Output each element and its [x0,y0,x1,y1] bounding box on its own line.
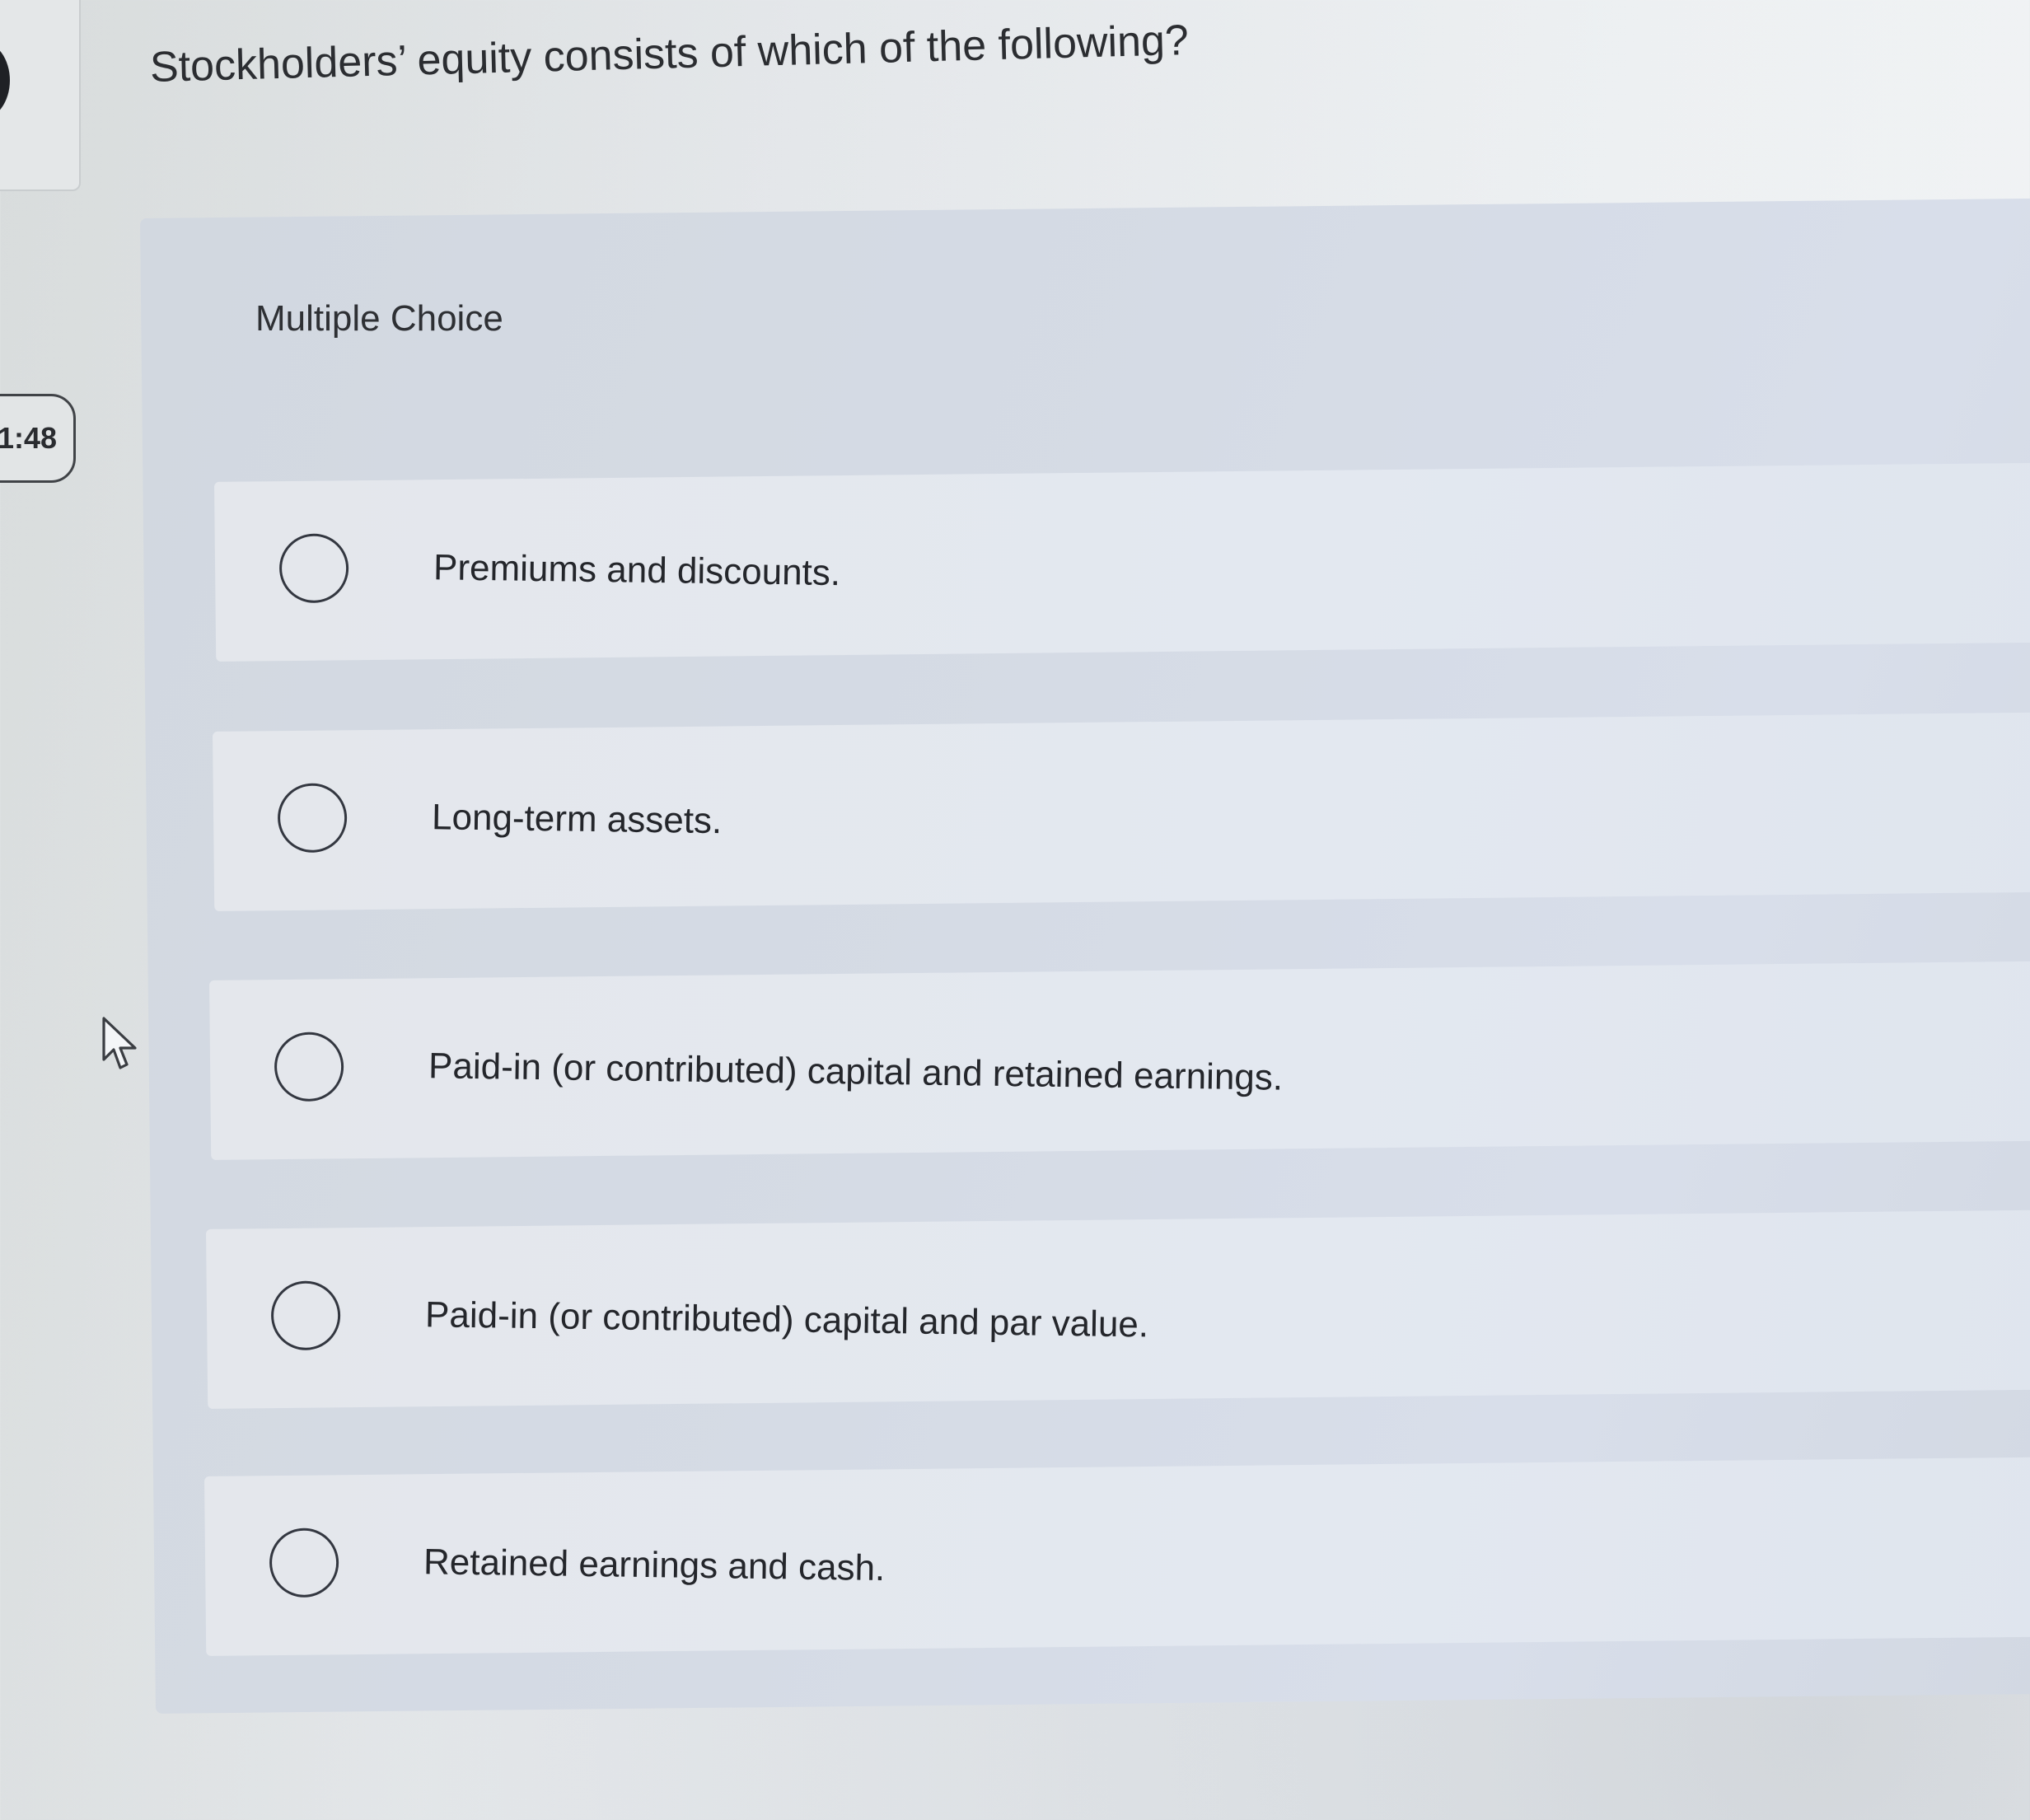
progress-ring-icon [0,41,10,119]
question-type-label: Multiple Choice [255,298,503,339]
radio-empty-icon[interactable] [278,533,349,604]
answer-option-label: Long-term assets. [431,797,723,842]
mouse-pointer-icon [102,1017,137,1069]
answer-option-2[interactable]: Long-term assets. [213,712,2030,911]
answer-option-4[interactable]: Paid-in (or contributed) capital and par… [206,1209,2030,1409]
radio-empty-icon[interactable] [277,783,348,854]
answer-option-label: Paid-in (or contributed) capital and ret… [428,1046,1284,1098]
timer-badge: 31:48 [0,394,76,483]
answer-option-label: Paid-in (or contributed) capital and par… [424,1294,1149,1345]
answer-option-5[interactable]: Retained earnings and cash. [204,1457,2030,1656]
answer-option-label: Premiums and discounts. [433,547,841,594]
radio-empty-icon[interactable] [270,1280,341,1351]
radio-empty-icon[interactable] [269,1528,339,1598]
question-nav-card[interactable] [0,0,81,191]
radio-empty-icon[interactable] [274,1032,344,1102]
answer-option-label: Retained earnings and cash. [423,1542,886,1589]
timer-text: 31:48 [0,421,57,455]
answer-option-3[interactable]: Paid-in (or contributed) capital and ret… [209,961,2030,1160]
question-text: Stockholders’ equity consists of which o… [149,16,1190,91]
answer-option-1[interactable]: Premiums and discounts. [214,462,2030,662]
